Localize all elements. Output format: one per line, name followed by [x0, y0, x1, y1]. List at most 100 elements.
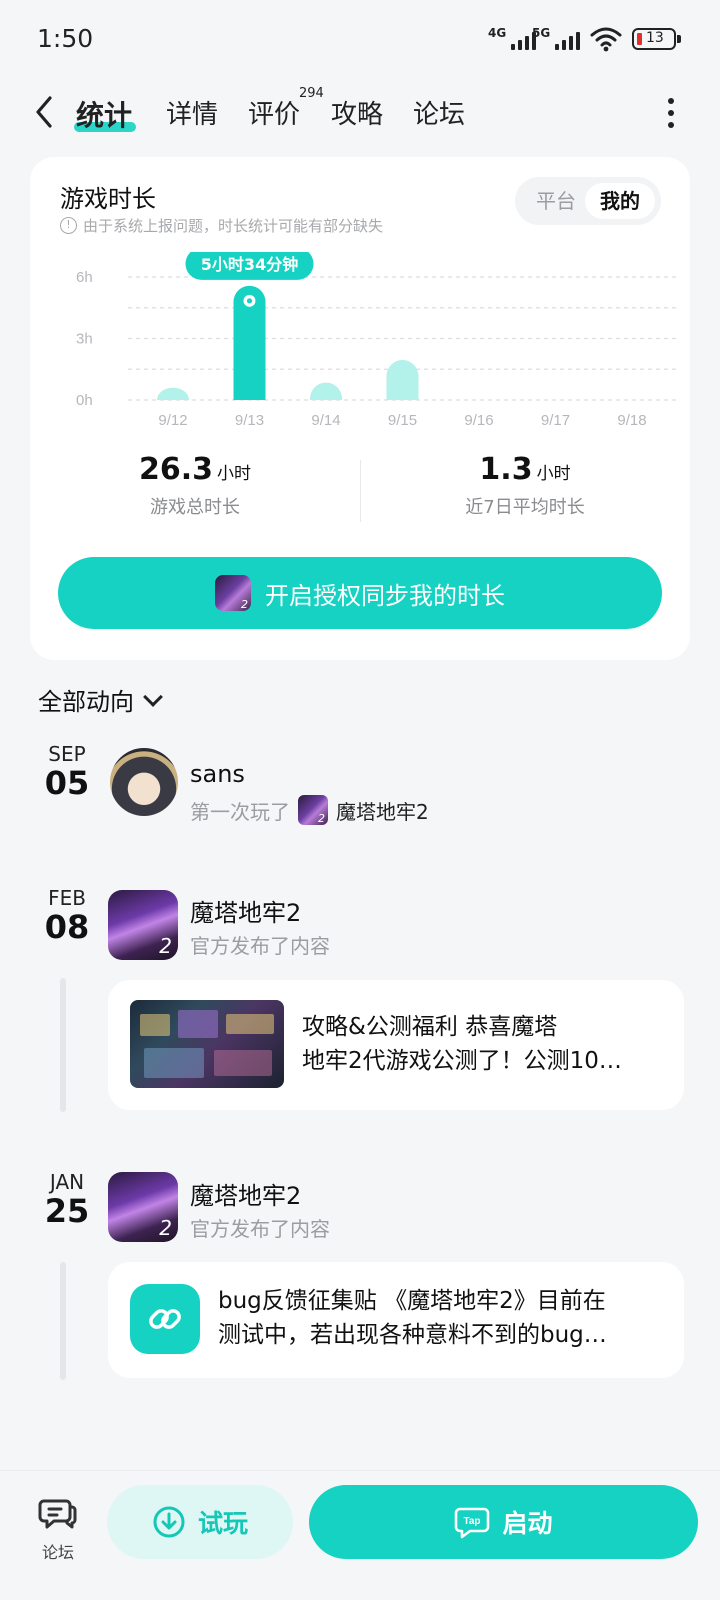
post-line: 测试中，若出现各种意料不到的bug…	[218, 1322, 607, 1348]
battery-level: 13	[646, 30, 664, 46]
forum-button[interactable]: 论坛	[36, 1495, 80, 1563]
chart-bar	[386, 360, 419, 400]
toggle-mine[interactable]: 我的	[585, 183, 655, 219]
playtime-chart: 0h 3h 6h 9/12 5小时34分钟 9/13 9/14 9/15 9/16 9/17 9/1…	[76, 252, 680, 429]
launch-label: 启动	[502, 1509, 553, 1538]
tab-details[interactable]: 详情	[166, 94, 218, 131]
launch-button[interactable]: Tap 启动	[309, 1485, 698, 1559]
game-name-link[interactable]: 魔塔地牢2	[336, 796, 429, 825]
network-type-4g: 4G	[488, 26, 507, 40]
x-tick-label: 9/17	[541, 412, 570, 429]
chart-tooltip-label: 5小时34分钟	[201, 255, 298, 274]
x-tick-label: 9/18	[617, 412, 646, 429]
entry-month: SEP	[48, 742, 86, 766]
average-label: 近7日平均时长	[465, 497, 585, 518]
tab-stats[interactable]: 统计	[76, 94, 132, 134]
average-unit: 小时	[536, 464, 571, 484]
entry-subtitle: 官方发布了内容	[190, 1217, 330, 1241]
game-app-icon[interactable]	[108, 890, 178, 960]
tab-forum[interactable]: 论坛	[413, 94, 465, 131]
top-nav: 统计 详情 评价 294 攻略 论坛	[0, 82, 720, 142]
forum-chat-icon	[38, 1499, 77, 1529]
entry-subtitle: 第一次玩了 魔塔地牢2	[190, 795, 429, 825]
back-arrow-icon[interactable]	[28, 92, 62, 132]
tab-guides[interactable]: 攻略	[331, 94, 383, 131]
activity-heading: 全部动向	[38, 688, 134, 716]
toggle-platform[interactable]: 平台	[521, 183, 591, 219]
chevron-down-icon	[143, 686, 163, 707]
battery-icon: 13	[632, 28, 681, 50]
post-line: 攻略&公测福利 恭喜魔塔	[302, 1014, 558, 1040]
entry-day: 25	[44, 1192, 90, 1230]
trial-play-label: 试玩	[197, 1509, 248, 1538]
x-tick-label: 9/15	[388, 412, 417, 429]
game-icon	[215, 575, 251, 611]
total-label: 游戏总时长	[150, 497, 240, 518]
scope-toggle: 平台 我的	[515, 177, 661, 225]
bottom-action-bar: 论坛 试玩 Tap 启动	[0, 1470, 720, 1600]
card-note: ! 由于系统上报问题，时长统计可能有部分缺失	[60, 215, 383, 236]
timeline-rail	[60, 1262, 66, 1380]
y-tick-label: 6h	[76, 269, 93, 286]
card-note-text: 由于系统上报问题，时长统计可能有部分缺失	[83, 217, 384, 235]
game-title[interactable]: 魔塔地牢2	[190, 1176, 301, 1211]
x-tick-label: 9/12	[158, 412, 187, 429]
sync-button-label: 开启授权同步我的时长	[265, 581, 505, 610]
activity-filter-dropdown[interactable]: 全部动向	[38, 682, 163, 717]
post-card[interactable]: 攻略&公测福利 恭喜魔塔 地牢2代游戏公测了！公测10…	[108, 980, 684, 1110]
signal-5g-icon: 5G	[532, 26, 581, 50]
forum-label: 论坛	[41, 1543, 74, 1562]
entry-date: SEP 05	[37, 742, 97, 800]
post-thumbnail	[130, 1000, 284, 1088]
taptap-logo-icon: Tap	[455, 1507, 490, 1539]
post-excerpt: bug反馈征集贴 《魔塔地牢2》目前在 测试中，若出现各种意料不到的bug…	[218, 1284, 607, 1352]
chart-highlight-dot-center	[246, 298, 253, 304]
y-tick-label: 3h	[76, 331, 93, 348]
entry-day: 08	[44, 908, 90, 946]
trial-play-button[interactable]: 试玩	[107, 1485, 293, 1559]
entry-day: 05	[44, 764, 90, 802]
tab-reviews[interactable]: 评价	[248, 94, 300, 131]
link-icon	[130, 1284, 200, 1354]
sync-playtime-button[interactable]: 开启授权同步我的时长	[58, 557, 662, 629]
review-count-badge: 294	[299, 86, 324, 101]
y-tick-label: 0h	[76, 392, 93, 409]
timeline-rail	[60, 978, 66, 1112]
chart-bar	[157, 387, 189, 400]
total-stat: 26.3 小时 游戏总时长	[30, 452, 360, 519]
status-bar: 1:50 4G 5G 13	[0, 0, 720, 80]
post-line: bug反馈征集贴 《魔塔地牢2》目前在	[218, 1288, 606, 1314]
tap-logo-text: Tap	[464, 1516, 481, 1527]
summary-stats: 26.3 小时 游戏总时长 1.3 小时 近7日平均时长	[30, 452, 690, 532]
average-stat: 1.3 小时 近7日平均时长	[360, 452, 690, 519]
post-card[interactable]: bug反馈征集贴 《魔塔地牢2》目前在 测试中，若出现各种意料不到的bug…	[108, 1262, 684, 1378]
user-avatar[interactable]	[110, 748, 178, 816]
info-icon: !	[60, 217, 77, 234]
x-tick-label: 9/13	[235, 412, 264, 429]
total-value: 26.3	[138, 452, 214, 487]
game-app-icon[interactable]	[108, 1172, 178, 1242]
more-options-icon[interactable]	[668, 98, 676, 128]
entry-date: FEB 08	[37, 886, 97, 944]
entry-month: JAN	[49, 1170, 85, 1194]
chart-bar	[310, 382, 342, 400]
signal-4g-icon: 4G	[488, 26, 537, 50]
post-line: 地牢2代游戏公测了！公测10…	[302, 1048, 622, 1074]
card-title: 游戏时长	[60, 185, 156, 213]
game-icon	[298, 795, 328, 825]
status-time: 1:50	[37, 24, 94, 53]
game-title[interactable]: 魔塔地牢2	[190, 893, 301, 928]
total-unit: 小时	[217, 464, 252, 484]
average-value: 1.3	[479, 452, 533, 487]
post-excerpt: 攻略&公测福利 恭喜魔塔 地牢2代游戏公测了！公测10…	[302, 1010, 622, 1078]
first-play-text: 第一次玩了	[190, 799, 290, 824]
x-tick-label: 9/14	[311, 412, 340, 429]
entry-date: JAN 25	[37, 1170, 97, 1228]
user-name[interactable]: sans	[190, 760, 245, 788]
network-type-5g: 5G	[532, 26, 551, 40]
entry-month: FEB	[48, 886, 86, 910]
wifi-icon	[590, 27, 622, 52]
x-tick-label: 9/16	[464, 412, 493, 429]
playtime-card: 游戏时长 ! 由于系统上报问题，时长统计可能有部分缺失 平台 我的 0h 3h 6h…	[30, 157, 690, 660]
entry-subtitle: 官方发布了内容	[190, 934, 330, 958]
